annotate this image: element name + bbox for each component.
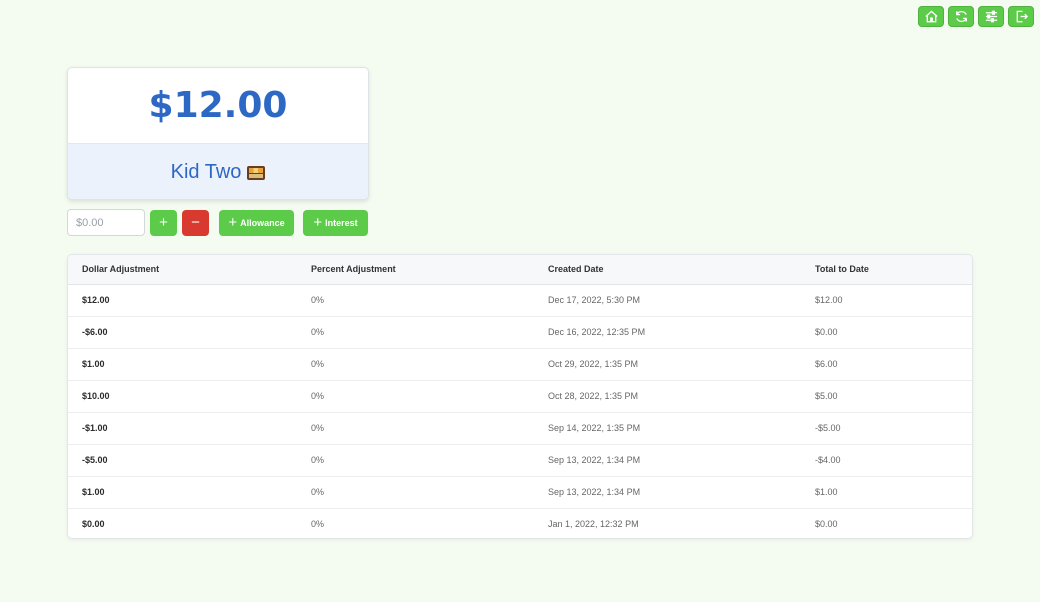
top-toolbar xyxy=(918,6,1034,27)
cell-total-to-date: $12.00 xyxy=(801,284,972,317)
header-created-date: Created Date xyxy=(534,255,801,285)
header-percent-adjustment: Percent Adjustment xyxy=(297,255,534,285)
cell-dollar-adjustment: -$5.00 xyxy=(68,444,297,477)
table-row: $1.00 0% Sep 13, 2022, 1:34 PM $1.00 xyxy=(68,476,972,509)
cell-total-to-date: -$4.00 xyxy=(801,444,972,477)
settings-button[interactable] xyxy=(978,6,1004,27)
interest-button[interactable]: + Interest xyxy=(303,209,368,236)
balance-card: $12.00 Kid Two xyxy=(67,67,369,200)
cell-dollar-adjustment: $1.00 xyxy=(68,348,297,381)
table-row: -$1.00 0% Sep 14, 2022, 1:35 PM -$5.00 xyxy=(68,412,972,445)
header-total-to-date: Total to Date xyxy=(801,255,972,285)
cell-created-date: Sep 14, 2022, 1:35 PM xyxy=(534,412,801,445)
cell-percent-adjustment: 0% xyxy=(297,412,534,445)
cell-percent-adjustment: 0% xyxy=(297,316,534,349)
cell-percent-adjustment: 0% xyxy=(297,444,534,477)
cell-percent-adjustment: 0% xyxy=(311,519,325,530)
interest-label: Interest xyxy=(325,217,358,228)
cell-total-to-date: $0.00 xyxy=(815,519,838,530)
cell-created-date: Oct 28, 2022, 1:35 PM xyxy=(534,380,801,413)
kid-name-row: Kid Two xyxy=(68,143,368,199)
plus-icon: + xyxy=(313,214,323,231)
kid-name: Kid Two xyxy=(170,161,242,183)
plus-icon: + xyxy=(228,214,238,231)
home-icon xyxy=(924,10,938,23)
cell-dollar-adjustment: -$1.00 xyxy=(68,412,297,445)
cell-total-to-date: -$5.00 xyxy=(801,412,972,445)
plus-icon: + xyxy=(159,214,168,231)
cell-created-date: Oct 29, 2022, 1:35 PM xyxy=(534,348,801,381)
cell-total-to-date: $6.00 xyxy=(801,348,972,381)
balance-amount: $12.00 xyxy=(148,85,288,126)
allowance-button[interactable]: + Allowance xyxy=(219,209,294,236)
table-row: $1.00 0% Oct 29, 2022, 1:35 PM $6.00 xyxy=(68,348,972,381)
table-header-row: Dollar Adjustment Percent Adjustment Cre… xyxy=(68,255,972,285)
cell-percent-adjustment: 0% xyxy=(297,284,534,317)
table-row: $0.00 0% Jan 1, 2022, 12:32 PM $0.00 xyxy=(68,508,972,538)
cell-dollar-adjustment: $10.00 xyxy=(68,380,297,413)
cell-created-date: Sep 13, 2022, 1:34 PM xyxy=(534,444,801,477)
add-button[interactable]: + xyxy=(150,209,177,236)
cell-dollar-adjustment: -$6.00 xyxy=(68,316,297,349)
cell-percent-adjustment: 0% xyxy=(297,476,534,509)
cell-total-to-date: $1.00 xyxy=(801,476,972,509)
bento-box-icon xyxy=(247,165,266,180)
home-button[interactable] xyxy=(918,6,944,27)
cell-created-date: Jan 1, 2022, 12:32 PM xyxy=(548,519,639,530)
cell-dollar-adjustment: $0.00 xyxy=(82,519,105,530)
subtract-button[interactable]: − xyxy=(182,209,209,236)
cell-total-to-date: $5.00 xyxy=(801,380,972,413)
allowance-label: Allowance xyxy=(240,217,285,228)
cell-created-date: Dec 16, 2022, 12:35 PM xyxy=(534,316,801,349)
cell-percent-adjustment: 0% xyxy=(297,380,534,413)
refresh-button[interactable] xyxy=(948,6,974,27)
header-dollar-adjustment: Dollar Adjustment xyxy=(68,255,297,285)
table-row: $12.00 0% Dec 17, 2022, 5:30 PM $12.00 xyxy=(68,284,972,317)
adjustment-controls: + − + Allowance + Interest xyxy=(67,209,368,236)
cell-dollar-adjustment: $12.00 xyxy=(68,284,297,317)
amount-input[interactable] xyxy=(67,209,145,236)
table-row: -$6.00 0% Dec 16, 2022, 12:35 PM $0.00 xyxy=(68,316,972,349)
transactions-table-card: Dollar Adjustment Percent Adjustment Cre… xyxy=(67,254,973,539)
table-row: -$5.00 0% Sep 13, 2022, 1:34 PM -$4.00 xyxy=(68,444,972,477)
cell-total-to-date: $0.00 xyxy=(801,316,972,349)
cell-created-date: Dec 17, 2022, 5:30 PM xyxy=(534,284,801,317)
refresh-icon xyxy=(955,11,967,22)
logout-button[interactable] xyxy=(1008,6,1034,27)
cell-percent-adjustment: 0% xyxy=(297,348,534,381)
minus-icon: − xyxy=(191,214,200,231)
logout-icon xyxy=(1016,10,1028,23)
cell-created-date: Sep 13, 2022, 1:34 PM xyxy=(534,476,801,509)
table-row: $10.00 0% Oct 28, 2022, 1:35 PM $5.00 xyxy=(68,380,972,413)
cell-dollar-adjustment: $1.00 xyxy=(68,476,297,509)
settings-sliders-icon xyxy=(985,10,997,23)
transactions-table: Dollar Adjustment Percent Adjustment Cre… xyxy=(68,255,972,538)
